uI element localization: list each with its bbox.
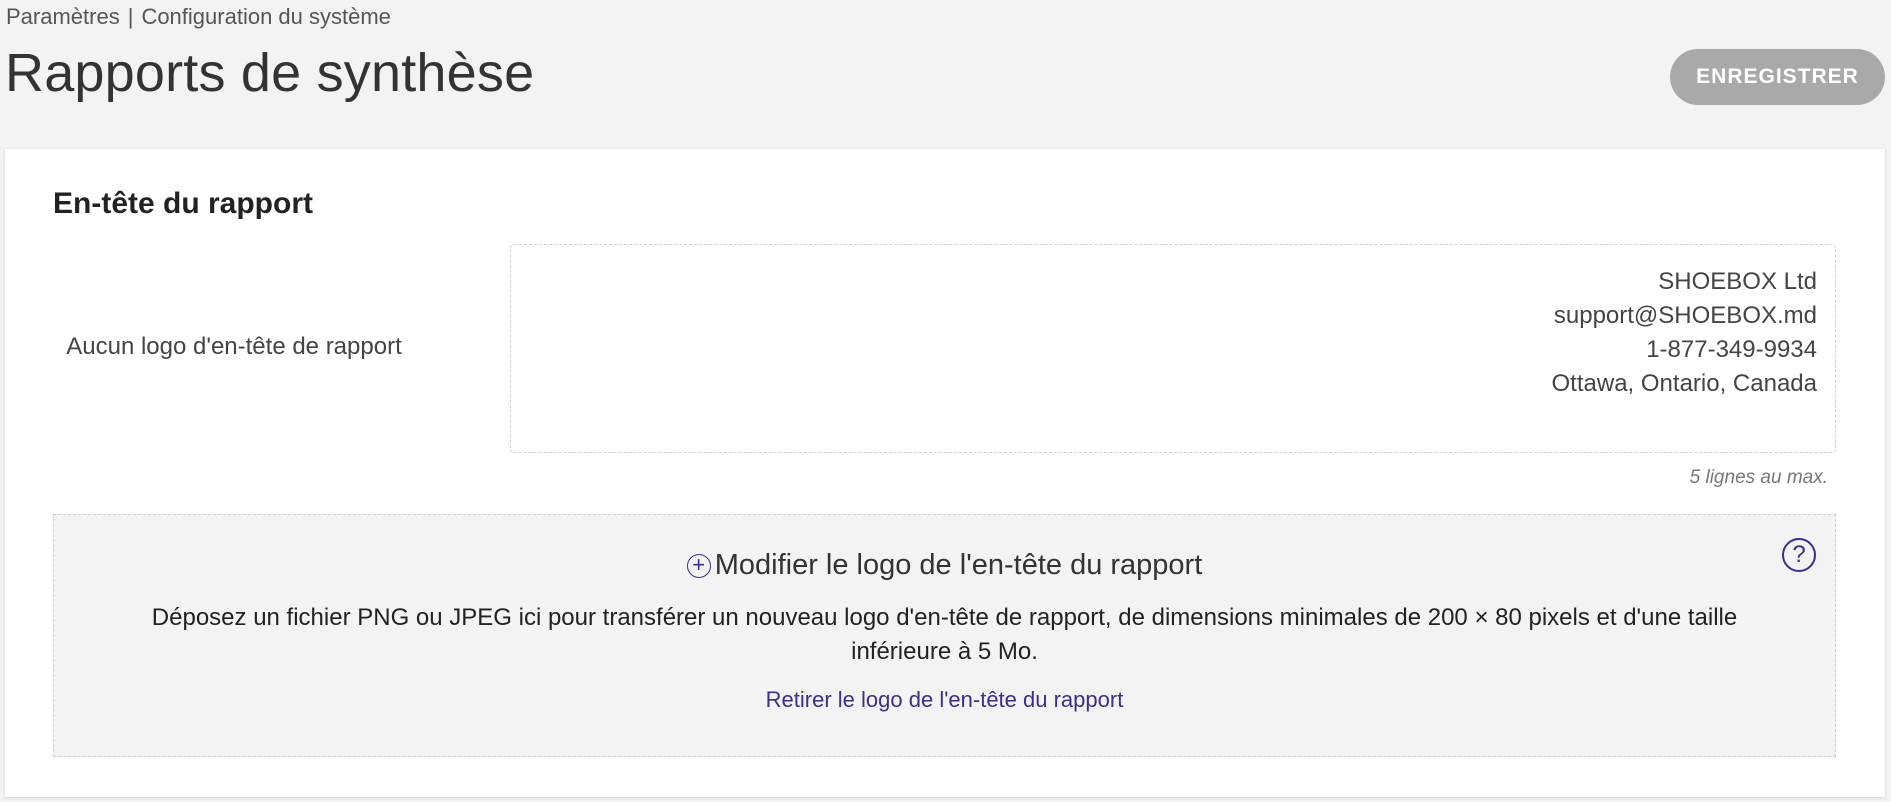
plus-circle-icon[interactable]: + (686, 554, 711, 578)
breadcrumb-separator: | (127, 4, 134, 29)
report-header-card: En-tête du rapport Aucun logo d'en-tête … (5, 149, 1885, 797)
dropzone-description: Déposez un fichier PNG ou JPEG ici pour … (151, 604, 1738, 665)
no-logo-placeholder: Aucun logo d'en-tête de rapport (66, 333, 402, 360)
dropzone-title[interactable]: + Modifier le logo de l'en-tête du rappor… (54, 549, 1835, 582)
save-button[interactable]: ENREGISTRER (1670, 49, 1885, 105)
header-line: 1-877-349-9934 (1646, 336, 1817, 363)
page-title: Rapports de synthèse (5, 43, 535, 103)
dropzone-title-label[interactable]: Modifier le logo de l'en-tête du rapport (715, 549, 1203, 581)
header-line: support@SHOEBOX.md (1553, 302, 1817, 329)
header-text-field[interactable]: SHOEBOX Ltd support@SHOEBOX.md 1-877-349… (510, 244, 1836, 453)
breadcrumb-current: Configuration du système (141, 4, 391, 29)
help-icon[interactable]: ? (1782, 538, 1816, 572)
breadcrumb-parent[interactable]: Paramètres (6, 4, 120, 29)
breadcrumb: Paramètres | Configuration du système (6, 4, 391, 30)
header-line: SHOEBOX Ltd (1658, 268, 1817, 295)
header-line: Ottawa, Ontario, Canada (1551, 370, 1817, 397)
remove-logo-link[interactable]: Retirer le logo de l'en-tête du rapport (54, 687, 1835, 713)
logo-dropzone[interactable]: + Modifier le logo de l'en-tête du rappor… (53, 514, 1836, 757)
max-lines-hint: 5 lignes au max. (1689, 467, 1828, 488)
section-title: En-tête du rapport (53, 187, 313, 220)
